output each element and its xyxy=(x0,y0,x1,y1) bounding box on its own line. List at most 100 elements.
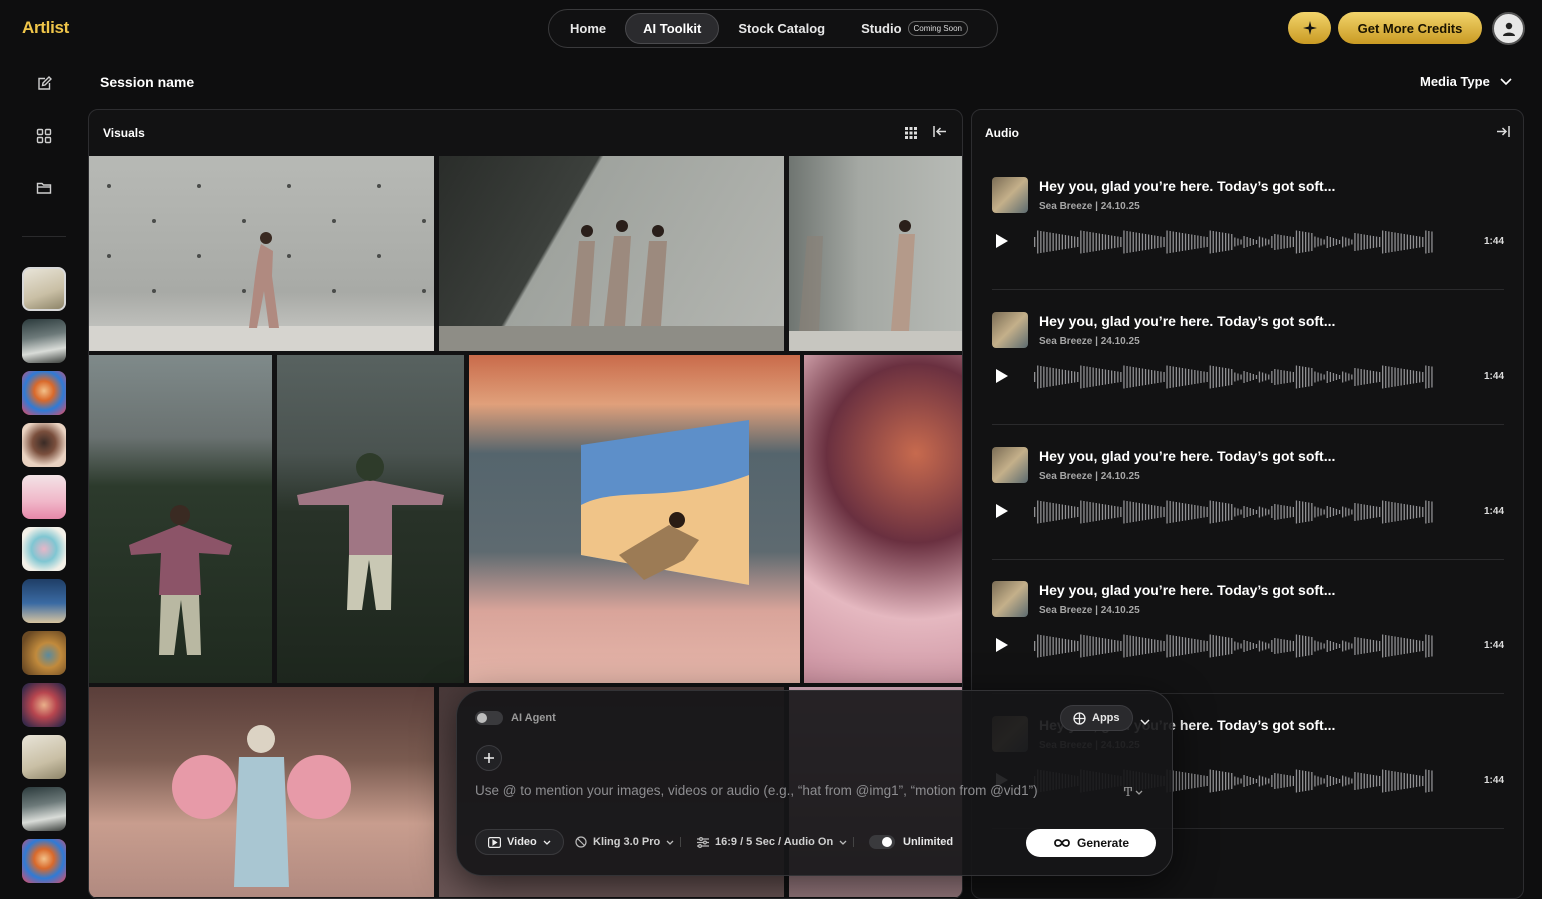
grid-view-icon[interactable] xyxy=(905,126,917,144)
generate-button[interactable]: Generate xyxy=(1026,829,1156,857)
coming-soon-badge: Coming Soon xyxy=(907,21,968,36)
play-icon[interactable] xyxy=(996,234,1008,248)
audio-track[interactable]: Hey you, glad you’re here. Today’s got s… xyxy=(992,155,1504,290)
ai-agent-toggle[interactable]: AI Agent xyxy=(475,711,556,725)
video-icon xyxy=(488,836,501,848)
chevron-down-icon xyxy=(543,840,551,845)
rail-divider xyxy=(22,236,66,237)
track-artwork xyxy=(992,447,1028,483)
session-thumbnail[interactable] xyxy=(22,371,66,415)
track-title: Hey you, glad you’re here. Today’s got s… xyxy=(1039,448,1336,464)
prompt-composer: AI Agent Apps Use @ to mention your imag… xyxy=(456,690,1173,876)
session-name[interactable]: Session name xyxy=(100,74,194,90)
unlimited-label: Unlimited xyxy=(903,836,954,848)
user-avatar-button[interactable] xyxy=(1492,12,1525,45)
session-thumbnail[interactable] xyxy=(22,683,66,727)
session-thumbnail[interactable] xyxy=(22,839,66,883)
play-icon[interactable] xyxy=(996,638,1008,652)
apps-icon xyxy=(1073,711,1086,725)
visual-tile[interactable] xyxy=(89,687,434,897)
track-title: Hey you, glad you’re here. Today’s got s… xyxy=(1039,178,1336,194)
divider xyxy=(853,837,854,847)
model-dropdown[interactable]: Kling 3.0 Pro xyxy=(575,829,674,855)
track-meta: Sea Breeze | 24.10.25 xyxy=(1039,605,1140,616)
collapse-left-icon[interactable] xyxy=(933,125,947,143)
text-style-button[interactable]: Ͳ xyxy=(1124,785,1143,799)
apps-label: Apps xyxy=(1092,712,1120,724)
text-format-icon: Ͳ xyxy=(1124,785,1133,799)
waveform[interactable] xyxy=(1034,364,1434,390)
session-thumbnail[interactable] xyxy=(22,787,66,831)
audio-track[interactable]: Hey you, glad you’re here. Today’s got s… xyxy=(992,559,1504,694)
new-session-edit-icon[interactable] xyxy=(34,74,54,94)
nav-home[interactable]: Home xyxy=(553,13,623,44)
track-duration: 1:44 xyxy=(1483,775,1504,786)
nav-ai-toolkit[interactable]: AI Toolkit xyxy=(625,13,720,44)
visual-tile[interactable] xyxy=(277,355,464,683)
session-thumbnail[interactable] xyxy=(22,423,66,467)
waveform[interactable] xyxy=(1034,499,1434,525)
divider xyxy=(680,837,681,847)
session-thumbnail[interactable] xyxy=(22,579,66,623)
add-attachment-button[interactable] xyxy=(476,745,502,771)
visual-tile[interactable] xyxy=(89,156,434,351)
get-more-credits-button[interactable]: Get More Credits xyxy=(1338,12,1482,44)
visuals-title: Visuals xyxy=(103,126,145,140)
sparkle-button[interactable] xyxy=(1288,12,1331,44)
play-icon[interactable] xyxy=(996,504,1008,518)
sliders-icon xyxy=(697,836,709,848)
track-artwork xyxy=(992,312,1028,348)
session-thumbnail[interactable] xyxy=(22,631,66,675)
session-thumbnail[interactable] xyxy=(22,527,66,571)
audio-track[interactable]: Hey you, glad you’re here. Today’s got s… xyxy=(992,290,1504,425)
collapse-right-icon[interactable] xyxy=(1496,125,1510,143)
generate-label: Generate xyxy=(1076,836,1130,850)
session-thumbnail[interactable] xyxy=(22,267,66,311)
toggle-switch[interactable] xyxy=(869,835,895,849)
track-meta: Sea Breeze | 24.10.25 xyxy=(1039,201,1140,212)
audio-track[interactable]: Hey you, glad you’re here. Today’s got s… xyxy=(992,425,1504,560)
apps-button[interactable]: Apps xyxy=(1060,705,1133,731)
waveform[interactable] xyxy=(1034,229,1434,255)
visual-tile[interactable] xyxy=(469,355,800,683)
chevron-down-icon xyxy=(1135,790,1143,795)
toggle-switch[interactable] xyxy=(475,711,503,725)
media-video-dropdown[interactable]: Video xyxy=(475,829,564,855)
grid-icon[interactable] xyxy=(34,126,54,146)
waveform[interactable] xyxy=(1034,633,1434,659)
chevron-down-icon xyxy=(666,840,674,845)
session-thumbnail[interactable] xyxy=(22,319,66,363)
audio-title: Audio xyxy=(985,126,1019,140)
track-duration: 1:44 xyxy=(1483,640,1504,651)
track-duration: 1:44 xyxy=(1483,506,1504,517)
session-thumbnail[interactable] xyxy=(22,735,66,779)
track-duration: 1:44 xyxy=(1483,236,1504,247)
visual-tile[interactable] xyxy=(89,355,272,683)
play-icon[interactable] xyxy=(996,369,1008,383)
media-type-dropdown[interactable]: Media Type xyxy=(1420,74,1512,89)
folder-icon[interactable] xyxy=(34,178,54,198)
chevron-down-icon xyxy=(839,840,847,845)
unlimited-toggle[interactable]: Unlimited xyxy=(869,829,953,855)
prompt-input[interactable]: Use @ to mention your images, videos or … xyxy=(475,783,1115,798)
nav-stock-catalog[interactable]: Stock Catalog xyxy=(721,13,842,44)
ai-agent-label: AI Agent xyxy=(511,712,556,724)
plus-icon xyxy=(484,753,494,763)
artlist-logo[interactable]: Artlist xyxy=(22,18,69,38)
visual-tile[interactable] xyxy=(789,156,962,351)
chevron-down-icon xyxy=(1500,77,1512,85)
track-title: Hey you, glad you’re here. Today’s got s… xyxy=(1039,582,1336,598)
settings-dropdown[interactable]: 16:9 / 5 Sec / Audio On xyxy=(697,829,847,855)
top-navigation: Home AI Toolkit Stock Catalog Studio Com… xyxy=(548,9,998,48)
apps-chevron-down-icon[interactable] xyxy=(1140,713,1150,731)
nav-studio[interactable]: Studio Coming Soon xyxy=(844,13,985,44)
video-label: Video xyxy=(507,836,537,848)
visual-tile[interactable] xyxy=(439,156,784,351)
track-meta: Sea Breeze | 24.10.25 xyxy=(1039,336,1140,347)
media-type-label: Media Type xyxy=(1420,74,1490,89)
user-icon xyxy=(1502,22,1515,36)
session-thumbnail[interactable] xyxy=(22,475,66,519)
model-label: Kling 3.0 Pro xyxy=(593,836,661,848)
visual-tile[interactable] xyxy=(804,355,962,683)
track-artwork xyxy=(992,581,1028,617)
